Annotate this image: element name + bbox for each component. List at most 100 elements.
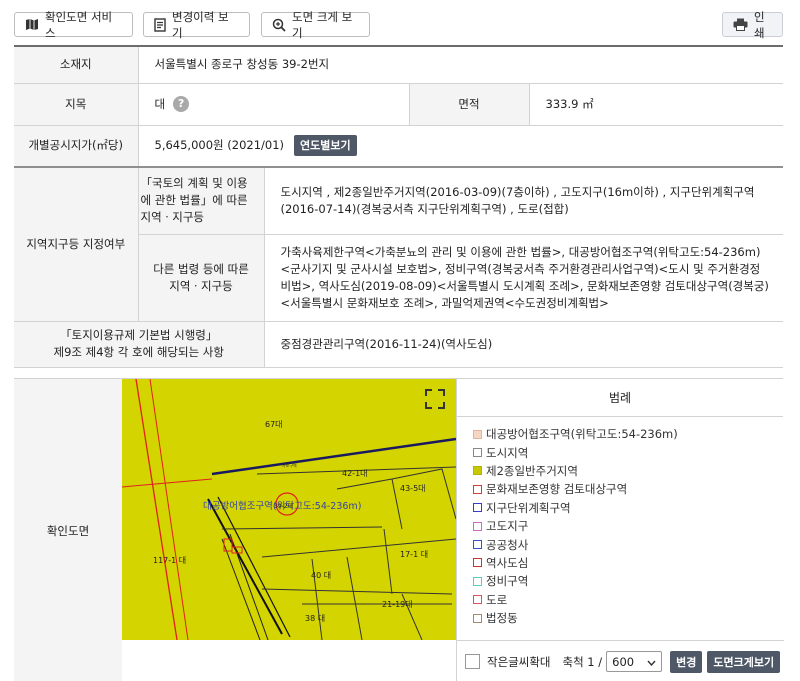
small-text-label: 작은글씨확대 [487,654,551,669]
area-value: 333.9 ㎡ [528,83,784,126]
parcel-117-1: 117-1 대 [153,556,186,565]
legend-item: 공공청사 [473,535,783,553]
zone-row-1: 지역지구등 지정여부 「국토의 계획 및 이용에 관한 법률」에 따른 지역ㆍ지… [14,167,784,322]
parcel-43-5: 43-5대 [400,484,426,493]
zone-sub2-value: 가축사육제한구역<가축분뇨의 관리 및 이용에 관한 법률>, 대공방어협조구역… [263,234,784,322]
zone-sub2-label: 다른 법령 등에 따른 지역ㆍ지구등 [137,234,264,322]
yearly-view-button[interactable]: 연도별보기 [294,135,357,157]
legend-swatch [473,448,482,458]
zone-sub1-label: 「국토의 계획 및 이용에 관한 법률」에 따른 지역ㆍ지구등 [137,167,264,235]
map-center-label: 39-2대 [274,502,293,510]
parcel-40: 40 대 [311,571,331,580]
legend-item-label: 도로 [486,592,508,607]
legend-item: 도로 [473,591,783,609]
reg-row: 「토지이용규제 기본법 시행령」 제9조 제4항 각 호에 해당되는 사항 중점… [14,321,784,368]
help-icon[interactable]: ? [173,96,190,112]
area-label: 면적 [408,83,529,126]
history-label: 변경이력 보기 [172,9,229,40]
map-section: 확인도면 67대 42-1대 43-5대 17-1 대 40 대 117-1 대… [14,378,784,681]
legend-swatch [473,521,482,531]
legend-title: 범례 [457,379,783,417]
legend-item: 고도지구 [473,517,783,535]
parcel-21-19: 21-19대 [382,600,413,609]
legend-list: 대공방어협조구역(위탁고도:54-236m) 도시지역제2종일반주거지역문화재보존… [457,417,783,627]
small-text-checkbox[interactable] [465,654,480,669]
map-drawing: 67대 42-1대 43-5대 17-1 대 40 대 117-1 대 21-1… [122,379,456,640]
scale-select[interactable]: 600 [606,651,663,672]
reg-label: 「토지이용규제 기본법 시행령」 제9조 제4항 각 호에 해당되는 사항 [14,321,264,368]
legend-item-label: 대공방어협조구역(위탁고도:54-236m) [486,427,678,442]
printer-icon [733,18,748,31]
reg-label-line1: 「토지이용규제 기본법 시행령」 [60,328,218,342]
legend-item-label: 정비구역 [486,574,529,589]
legend-swatch [473,558,482,568]
legend-item: 법정동 [473,609,783,627]
legend-item: 도시지역 [473,443,783,461]
land-info-table: 소재지 서울특별시 종로구 창성동 39-2번지 지목 대? 면적 333.9 … [14,45,784,368]
map-icon [25,18,39,31]
history-button[interactable]: 변경이력 보기 [143,10,250,40]
legend-item: 제2종일반주거지역 [473,462,783,480]
location-label: 소재지 [14,46,138,84]
jimok-row: 지목 대? 면적 333.9 ㎡ [14,83,784,126]
map-controls: 작은글씨확대 축척 1 / 600 변경 도면크게보기 [457,640,784,681]
price-cell: 5,645,000원 (2021/01) 연도별보기 [137,125,784,168]
legend-swatch [473,429,482,439]
price-row: 개별공시지가(㎡당) 5,645,000원 (2021/01) 연도별보기 [14,125,784,168]
price-label: 개별공시지가(㎡당) [14,125,138,168]
legend-item: 정비구역 [473,572,783,590]
zone-sub1-value: 도시지역 , 제2종일반주거지역(2016-03-09)(7층이하) , 고도지… [263,167,784,235]
parcel-67: 67대 [265,420,283,429]
price-value: 5,645,000원 (2021/01) [154,138,285,153]
confirm-service-button[interactable]: 확인도면 서비스 [14,10,133,40]
legend-item: 역사도심 [473,554,783,572]
legend-item-label: 고도지구 [486,519,529,534]
legend-swatch [473,595,482,605]
chevron-down-icon [647,655,656,669]
scale-value: 600 [612,654,635,669]
legend-swatch [473,503,482,513]
legend-item-label: 지구단위계획구역 [486,500,571,515]
parcel-38: 38 대 [305,614,325,623]
legend-item-label: 문화재보존영향 검토대상구역 [486,482,628,497]
scale-change-button[interactable]: 변경 [670,650,703,673]
legend-swatch [473,576,482,586]
legend-swatch [473,466,482,476]
legend-swatch [473,613,482,623]
legend-item: 대공방어협조구역(위탁고도:54-236m) [473,425,783,443]
enlarge-label: 도면 크게 보기 [292,9,353,40]
big-map-button[interactable]: 도면크게보기 [707,650,781,673]
map-tiny-label: 가로구역 [282,462,297,468]
parcel-17-1: 17-1 대 [400,550,428,559]
parcel-42-1: 42-1대 [342,469,368,478]
legend-item-label: 공공청사 [486,537,529,552]
document-icon [154,17,166,32]
jimok-value: 대 [154,96,166,111]
enlarge-button[interactable]: 도면 크게 보기 [261,10,370,40]
print-button[interactable]: 인쇄 [722,10,783,40]
toolbar: 확인도면 서비스 변경이력 보기 도면 크게 보기 인쇄 [0,0,800,44]
reg-value: 중점경관관리구역(2016-11-24)(역사도심) [263,321,784,368]
legend-item-label: 제2종일반주거지역 [486,463,578,478]
location-row: 소재지 서울특별시 종로구 창성동 39-2번지 [14,46,784,84]
zone-label: 지역지구등 지정여부 [14,167,138,322]
reg-label-line2: 제9조 제4항 각 호에 해당되는 사항 [53,345,224,359]
zoom-in-icon [272,18,286,32]
jimok-cell: 대? [137,83,409,126]
land-map[interactable]: 67대 42-1대 43-5대 17-1 대 40 대 117-1 대 21-1… [122,379,456,640]
jimok-label: 지목 [14,83,138,126]
map-label: 확인도면 [14,379,122,681]
location-value: 서울특별시 종로구 창성동 39-2번지 [137,46,784,84]
legend-item: 지구단위계획구역 [473,499,783,517]
legend-swatch [473,540,482,550]
legend-item-label: 법정동 [486,611,518,626]
legend-swatch [473,484,482,494]
print-label: 인쇄 [754,9,765,40]
legend-item-label: 역사도심 [486,555,529,570]
legend-panel: 범례 대공방어협조구역(위탁고도:54-236m) 도시지역제2종일반주거지역문화… [456,379,784,681]
fullscreen-icon[interactable] [423,387,447,411]
confirm-service-label: 확인도면 서비스 [45,9,113,40]
scale-label: 축척 1 / [562,654,603,669]
legend-item-label: 도시지역 [486,445,529,460]
legend-item: 문화재보존영향 검토대상구역 [473,480,783,498]
